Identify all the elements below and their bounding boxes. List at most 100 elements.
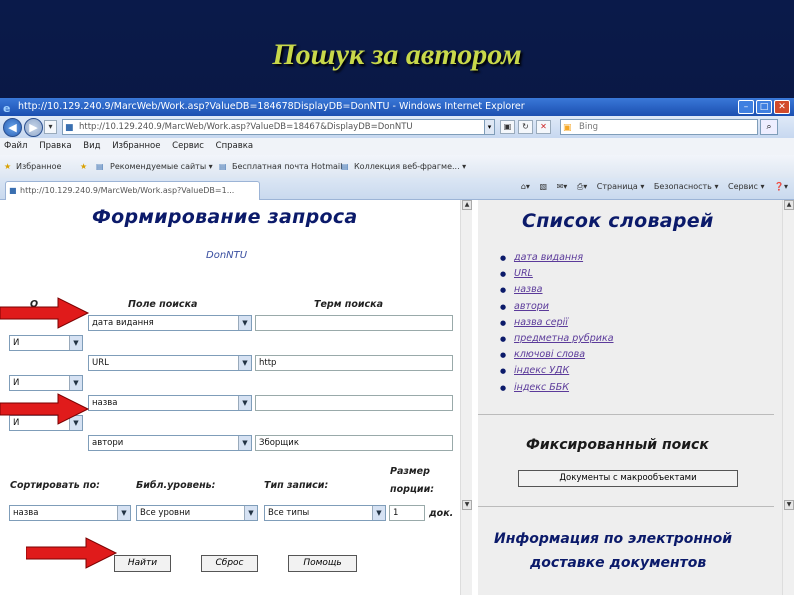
window-title: http://10.129.240.9/MarcWeb/Work.asp?Val…	[18, 101, 525, 112]
menu-tools[interactable]: Сервис	[172, 141, 204, 151]
print-icon[interactable]: ⎙▾	[577, 182, 587, 191]
cmd-tools[interactable]: Сервис ▾	[728, 182, 764, 191]
scroll-down-icon[interactable]: ▼	[462, 500, 472, 510]
tab-current[interactable]: ■ http://10.129.240.9/MarcWeb/Work.asp?V…	[5, 181, 260, 200]
forward-icon[interactable]: ▶	[24, 118, 43, 137]
search-icon[interactable]: ⌕	[760, 119, 778, 135]
macro-objects-button[interactable]: Документы с макрообъектами	[518, 470, 738, 487]
compat-view-icon[interactable]: ▣	[500, 120, 515, 134]
address-bar: ◀ ▶ ▾ ■ http://10.129.240.9/MarcWeb/Work…	[0, 116, 794, 138]
tab-page-icon: ■	[9, 186, 17, 195]
dict-item[interactable]: індекс УДК	[500, 363, 614, 379]
query-frame: Формирование запроса DonNTU О Поле поиск…	[0, 200, 472, 595]
menu-file[interactable]: Файл	[4, 141, 27, 151]
menu-edit[interactable]: Правка	[39, 141, 71, 151]
term-input-3[interactable]	[255, 395, 453, 411]
op-select-1-value: И	[13, 338, 20, 348]
dict-item[interactable]: предметна рубрика	[500, 331, 614, 347]
menu-favorites[interactable]: Избранное	[112, 141, 160, 151]
url-input[interactable]: ■ http://10.129.240.9/MarcWeb/Work.asp?V…	[62, 119, 494, 135]
url-text: http://10.129.240.9/MarcWeb/Work.asp?Val…	[79, 122, 413, 132]
dictionaries-frame-scrollbar[interactable]: ▲ ▼	[782, 200, 794, 595]
op-select-1[interactable]: И ▼	[9, 335, 83, 351]
bing-icon: ▣	[563, 123, 572, 133]
fav-suggested-sites[interactable]: Рекомендуемые сайты ▾	[110, 155, 213, 178]
field-select-2[interactable]: URL ▼	[88, 355, 252, 371]
mail-icon[interactable]: ✉▾	[557, 182, 568, 191]
page-icon: ■	[65, 123, 74, 133]
divider	[478, 414, 774, 415]
feeds-icon[interactable]: ▧	[539, 182, 547, 191]
query-frame-scrollbar[interactable]: ▲ ▼	[460, 200, 472, 595]
dict-item[interactable]: індекс ББК	[500, 380, 614, 396]
cmd-page[interactable]: Страница ▾	[597, 182, 645, 191]
search-input[interactable]: ▣ Bing	[560, 119, 758, 135]
type-select[interactable]: Все типы ▼	[264, 505, 386, 521]
term-input-4[interactable]: Зборщик	[255, 435, 453, 451]
portion-size-input[interactable]: 1	[389, 505, 425, 521]
url-dropdown-icon[interactable]: ▾	[484, 119, 495, 135]
type-label: Тип записи:	[264, 480, 329, 491]
scroll-up-icon[interactable]: ▲	[784, 200, 794, 210]
chevron-down-icon: ▼	[238, 356, 251, 370]
dict-item[interactable]: назва	[500, 282, 614, 298]
menu-view[interactable]: Вид	[83, 141, 100, 151]
menu-bar: Файл Правка Вид Избранное Сервис Справка	[0, 138, 794, 155]
close-button[interactable]: ✕	[774, 100, 790, 114]
delivery-info-title-1: Информация по электронной	[494, 531, 733, 547]
size-label-1: Размер	[390, 466, 430, 477]
dict-item[interactable]: ключові слова	[500, 347, 614, 363]
suggested-sites-icon: ▤	[96, 162, 104, 171]
dict-item[interactable]: URL	[500, 266, 614, 282]
field-select-1-value: дата видання	[92, 318, 154, 328]
field-select-3[interactable]: назва ▼	[88, 395, 252, 411]
op-select-2-value: И	[13, 378, 20, 388]
help-button[interactable]: Помощь	[288, 555, 357, 572]
search-placeholder: Bing	[579, 122, 598, 132]
sort-select[interactable]: назва ▼	[9, 505, 131, 521]
favorites-bar: ★ Избранное ★ ▤ Рекомендуемые сайты ▾ ▤ …	[0, 155, 794, 178]
size-unit: док.	[429, 508, 454, 519]
dict-item[interactable]: дата видання	[500, 250, 614, 266]
add-favorite-icon[interactable]: ★	[80, 155, 87, 178]
chevron-down-icon: ▼	[238, 316, 251, 330]
red-arrow-2-icon	[0, 393, 90, 425]
find-button[interactable]: Найти	[114, 555, 171, 572]
term-column-header: Терм поиска	[314, 299, 384, 310]
scroll-up-icon[interactable]: ▲	[462, 200, 472, 210]
refresh-icon[interactable]: ↻	[518, 120, 533, 134]
divider	[478, 506, 774, 507]
level-select[interactable]: Все уровни ▼	[136, 505, 258, 521]
tab-row: ■ http://10.129.240.9/MarcWeb/Work.asp?V…	[0, 178, 794, 200]
hotmail-icon: ▤	[219, 162, 227, 171]
size-label-2: порции:	[390, 484, 435, 495]
back-icon[interactable]: ◀	[3, 118, 22, 137]
dictionaries-list: дата видання URL назва автори назва сері…	[500, 250, 614, 396]
scroll-down-icon[interactable]: ▼	[784, 500, 794, 510]
history-dropdown-icon[interactable]: ▾	[44, 120, 57, 134]
op-select-2[interactable]: И ▼	[9, 375, 83, 391]
dict-item[interactable]: автори	[500, 299, 614, 315]
maximize-button[interactable]: □	[756, 100, 772, 114]
favorites-button[interactable]: Избранное	[16, 155, 61, 178]
field-select-2-value: URL	[92, 358, 109, 368]
dict-item[interactable]: назва серії	[500, 315, 614, 331]
menu-help[interactable]: Справка	[216, 141, 253, 151]
stop-icon[interactable]: ✕	[536, 120, 551, 134]
reset-button[interactable]: Сброс	[201, 555, 258, 572]
term-input-1[interactable]	[255, 315, 453, 331]
home-icon[interactable]: ⌂▾	[521, 182, 530, 191]
cmd-help[interactable]: ❓▾	[774, 182, 788, 191]
field-select-1[interactable]: дата видання ▼	[88, 315, 252, 331]
field-select-4[interactable]: автори ▼	[88, 435, 252, 451]
level-select-value: Все уровни	[140, 508, 191, 518]
fav-web-slices[interactable]: Коллекция веб-фрагме... ▾	[354, 155, 466, 178]
web-slices-icon: ▤	[341, 162, 349, 171]
command-bar: ⌂▾ ▧ ✉▾ ⎙▾ Страница ▾ Безопасность ▾ Сер…	[514, 182, 788, 192]
ie-logo-icon: e	[3, 102, 11, 115]
cmd-safety[interactable]: Безопасность ▾	[654, 182, 719, 191]
minimize-button[interactable]: –	[738, 100, 754, 114]
browser-window: e http://10.129.240.9/MarcWeb/Work.asp?V…	[0, 98, 794, 595]
term-input-2[interactable]: http	[255, 355, 453, 371]
fav-hotmail[interactable]: Бесплатная почта Hotmail	[232, 155, 342, 178]
